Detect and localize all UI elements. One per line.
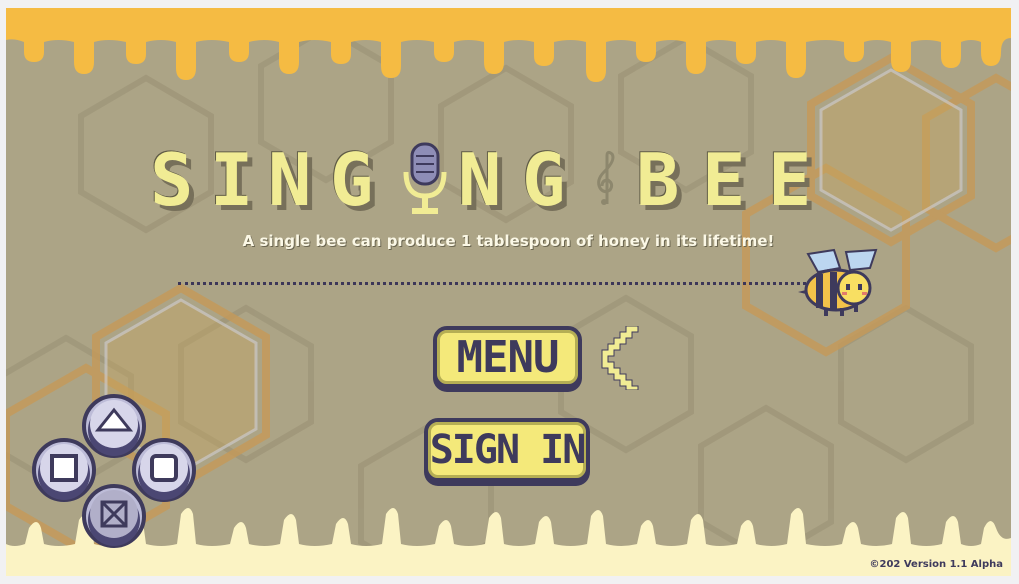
bee-icon [798, 248, 878, 316]
menu-button[interactable]: MENU [433, 326, 582, 388]
treble-clef-icon [597, 150, 615, 205]
game-screen: S I N G N G B E E A single bee can produ… [6, 8, 1011, 576]
title-letter: N [458, 138, 502, 222]
game-title: S I N G N G B E E [150, 140, 850, 230]
title-letter: B [636, 138, 680, 222]
sign-in-button[interactable]: SIGN IN [424, 418, 590, 482]
circle-icon [132, 438, 196, 502]
title-letter: E [768, 138, 812, 222]
cross-icon [82, 484, 146, 548]
title-letter: G [522, 138, 566, 222]
title-letter: S [150, 138, 194, 222]
title-letter: I [210, 138, 254, 222]
left-arrow-icon [601, 326, 639, 390]
square-icon [32, 438, 96, 502]
microphone-icon [403, 142, 447, 214]
title-letter: N [268, 138, 312, 222]
bee-flight-path [178, 282, 806, 285]
title-letter: E [702, 138, 746, 222]
version-label: ©202 Version 1.1 Alpha [869, 559, 1003, 570]
title-letter: G [330, 138, 374, 222]
controller-buttons [32, 394, 196, 548]
triangle-icon [82, 394, 146, 458]
